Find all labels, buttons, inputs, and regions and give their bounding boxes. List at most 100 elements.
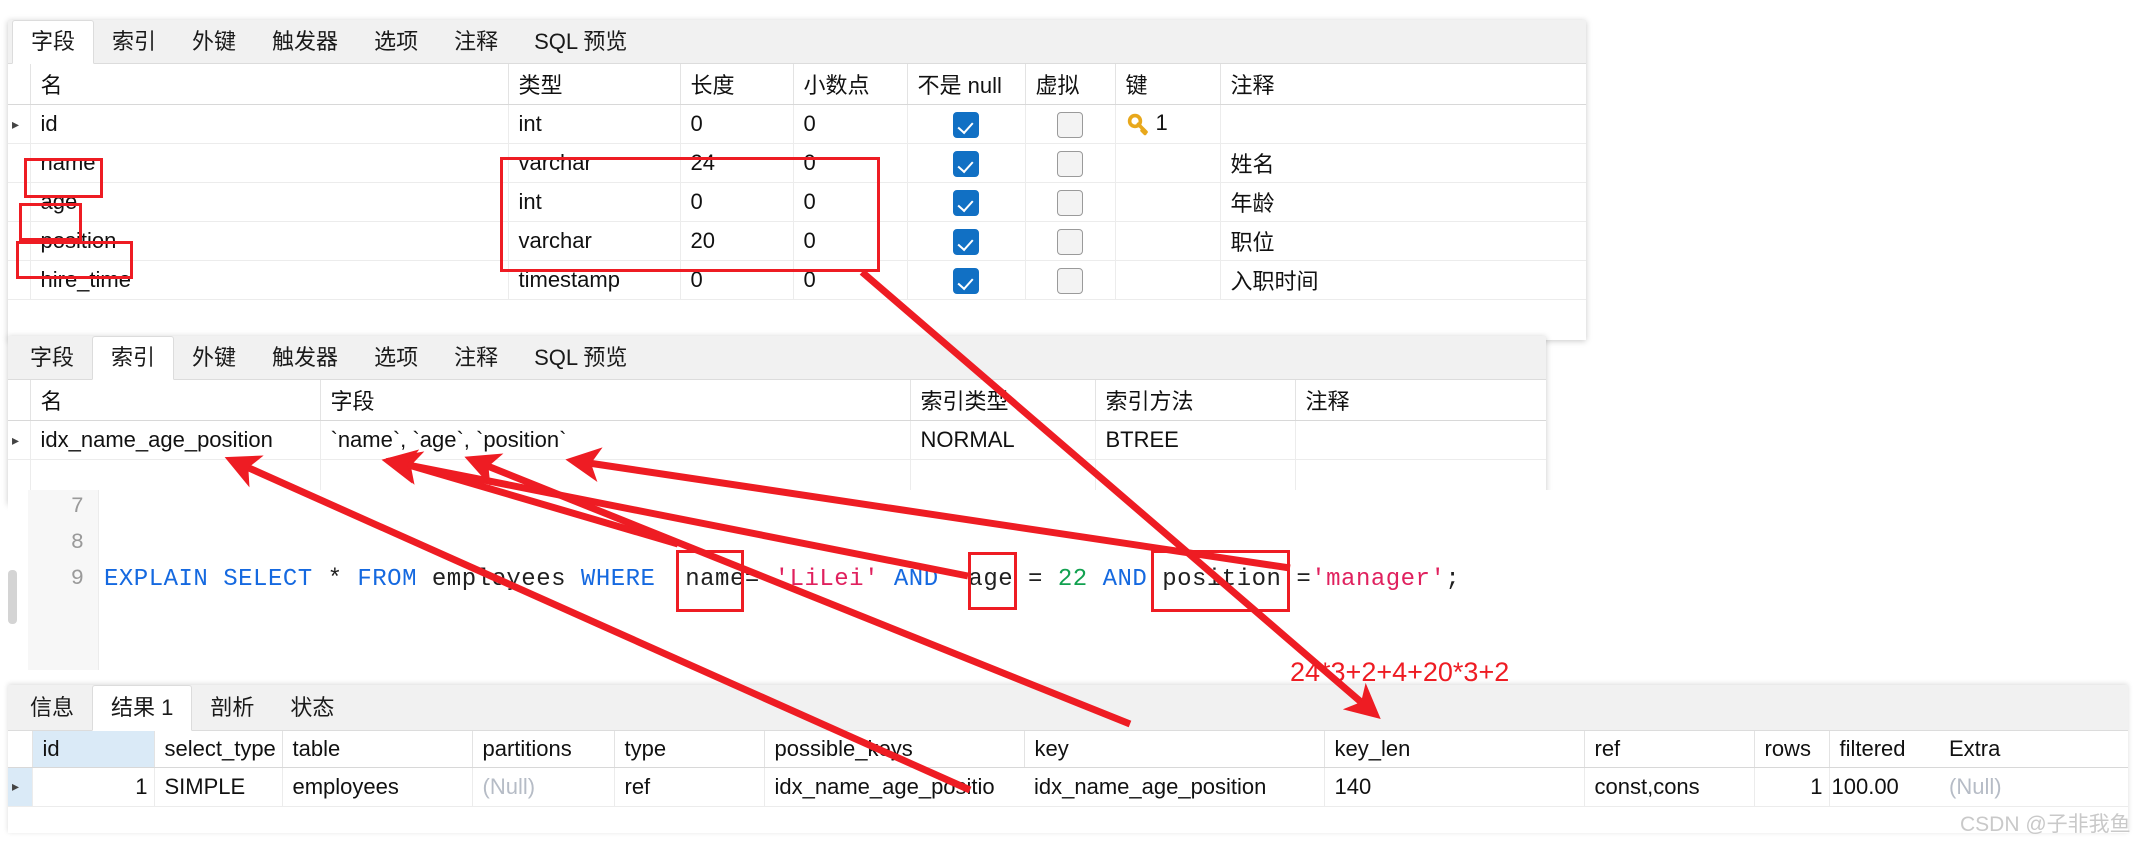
sql-editor[interactable]: 7 8 9 EXPLAIN SELECT * FROM employees WH…: [8, 490, 2135, 670]
cell-field-notnull[interactable]: [907, 104, 1026, 144]
cell-rows[interactable]: 1: [1754, 767, 1830, 807]
tab-indexes[interactable]: 索引: [92, 336, 175, 380]
col-header-decimals[interactable]: 小数点: [793, 64, 908, 105]
cell-key[interactable]: idx_name_age_position: [1024, 767, 1325, 807]
checkbox-unchecked-icon[interactable]: [1057, 150, 1083, 177]
col-header-table[interactable]: table: [282, 731, 473, 768]
cell-field-length[interactable]: 20: [680, 221, 794, 261]
cell-index-method[interactable]: BTREE: [1095, 420, 1296, 460]
checkbox-checked-icon[interactable]: [953, 150, 979, 177]
cell-field-decimals[interactable]: 0: [793, 143, 908, 183]
col-header-extra[interactable]: Extra: [1939, 731, 2128, 768]
cell-field-comment[interactable]: 入职时间: [1220, 260, 1586, 300]
cell-field-decimals[interactable]: 0: [793, 260, 908, 300]
cell-field-notnull[interactable]: [907, 143, 1026, 183]
tab-triggers[interactable]: 触发器: [254, 337, 356, 379]
col-header-notnull[interactable]: 不是 null: [907, 64, 1026, 105]
cell-field-length[interactable]: 24: [680, 143, 794, 183]
sql-statement-line[interactable]: EXPLAIN SELECT * FROM employees WHERE na…: [104, 566, 1460, 593]
col-header-possible-keys[interactable]: possible_keys: [764, 731, 1025, 768]
col-header-type[interactable]: type: [614, 731, 765, 768]
col-header-length[interactable]: 长度: [680, 64, 794, 105]
cell-field-key[interactable]: 1: [1115, 104, 1221, 144]
cell-field-key[interactable]: [1115, 260, 1221, 300]
cell-field-type[interactable]: int: [508, 182, 681, 222]
col-header-comment[interactable]: 注释: [1220, 64, 1586, 105]
col-header-type[interactable]: 类型: [508, 64, 681, 105]
cell-field-decimals[interactable]: 0: [793, 221, 908, 261]
cell-field-key[interactable]: [1115, 221, 1221, 261]
cell-field-decimals[interactable]: 0: [793, 104, 908, 144]
col-header-rows[interactable]: rows: [1754, 731, 1830, 768]
cell-field-decimals[interactable]: 0: [793, 182, 908, 222]
tab-foreign-keys[interactable]: 外键: [174, 21, 254, 63]
col-header-key[interactable]: key: [1024, 731, 1325, 768]
cell-field-virtual[interactable]: [1025, 221, 1116, 261]
cell-field-key[interactable]: [1115, 182, 1221, 222]
cell-field-type[interactable]: varchar: [508, 221, 681, 261]
col-header-index-comment[interactable]: 注释: [1295, 380, 1546, 421]
col-header-select-type[interactable]: select_type: [154, 731, 283, 768]
indexes-grid[interactable]: 名 字段 索引类型 索引方法 注释 ▸ idx_name_age_positio…: [8, 380, 1546, 499]
col-header-index-fields[interactable]: 字段: [320, 380, 911, 421]
cell-field-name[interactable]: age: [30, 182, 509, 222]
tab-triggers[interactable]: 触发器: [254, 21, 356, 63]
checkbox-checked-icon[interactable]: [953, 228, 979, 255]
tab-indexes[interactable]: 索引: [94, 21, 174, 63]
cell-field-comment[interactable]: [1220, 104, 1586, 144]
tab-fields[interactable]: 字段: [12, 20, 95, 64]
col-header-ref[interactable]: ref: [1584, 731, 1755, 768]
cell-field-virtual[interactable]: [1025, 260, 1116, 300]
cell-field-name[interactable]: id: [30, 104, 509, 144]
col-header-id[interactable]: id: [32, 731, 155, 768]
cell-field-name[interactable]: hire_time: [30, 260, 509, 300]
cell-possible-keys[interactable]: idx_name_age_positio: [764, 767, 1024, 807]
table-row[interactable]: ▸ idx_name_age_position `name`, `age`, `…: [8, 420, 1546, 460]
cell-field-key[interactable]: [1115, 143, 1221, 183]
cell-field-length[interactable]: 0: [680, 260, 794, 300]
tab-info[interactable]: 信息: [12, 686, 92, 730]
tab-fields[interactable]: 字段: [12, 337, 92, 379]
cell-index-comment[interactable]: [1295, 420, 1546, 460]
cell-field-comment[interactable]: 年龄: [1220, 182, 1586, 222]
cell-field-type[interactable]: varchar: [508, 143, 681, 183]
cell-field-type[interactable]: timestamp: [508, 260, 681, 300]
cell-field-length[interactable]: 0: [680, 182, 794, 222]
table-row[interactable]: hire_time timestamp 0 0 入职时间: [8, 260, 1586, 300]
cell-key-len[interactable]: 140: [1324, 767, 1585, 807]
cell-field-name[interactable]: position: [30, 221, 509, 261]
cell-field-virtual[interactable]: [1025, 182, 1116, 222]
cell-index-fields[interactable]: `name`, `age`, `position`: [320, 420, 911, 460]
col-header-index-method[interactable]: 索引方法: [1095, 380, 1296, 421]
tab-sql-preview[interactable]: SQL 预览: [516, 337, 645, 379]
cell-field-comment[interactable]: 职位: [1220, 221, 1586, 261]
checkbox-unchecked-icon[interactable]: [1057, 189, 1083, 216]
cell-ref[interactable]: const,cons: [1584, 767, 1755, 807]
table-row[interactable]: age int 0 0 年龄: [8, 182, 1586, 222]
cell-field-notnull[interactable]: [907, 182, 1026, 222]
table-row[interactable]: ▸ 1 SIMPLE employees (Null) ref idx_name…: [8, 767, 2128, 807]
tab-foreign-keys[interactable]: 外键: [174, 337, 254, 379]
cell-filtered[interactable]: 100.00: [1829, 767, 1939, 807]
table-row[interactable]: name varchar 24 0 姓名: [8, 143, 1586, 183]
col-header-filtered[interactable]: filtered: [1829, 731, 1939, 768]
tab-profile[interactable]: 剖析: [192, 686, 272, 730]
col-header-virtual[interactable]: 虚拟: [1025, 64, 1116, 105]
col-header-name[interactable]: 名: [30, 64, 509, 105]
cell-field-virtual[interactable]: [1025, 104, 1116, 144]
col-header-partitions[interactable]: partitions: [472, 731, 615, 768]
cell-field-name[interactable]: name: [30, 143, 509, 183]
tab-comment[interactable]: 注释: [436, 337, 516, 379]
cell-id[interactable]: 1: [32, 767, 155, 807]
cell-type[interactable]: ref: [614, 767, 765, 807]
tab-sql-preview[interactable]: SQL 预览: [516, 21, 645, 63]
cell-extra[interactable]: (Null): [1939, 767, 2128, 807]
cell-index-name[interactable]: idx_name_age_position: [30, 420, 321, 460]
table-row[interactable]: position varchar 20 0 职位: [8, 221, 1586, 261]
cell-field-virtual[interactable]: [1025, 143, 1116, 183]
cell-table[interactable]: employees: [282, 767, 473, 807]
fields-grid[interactable]: 名 类型 长度 小数点 不是 null 虚拟 键 注释 ▸ id int 0 0: [8, 64, 1586, 300]
explain-results-grid[interactable]: id select_type table partitions type pos…: [8, 731, 2128, 807]
cell-field-type[interactable]: int: [508, 104, 681, 144]
checkbox-unchecked-icon[interactable]: [1057, 111, 1083, 138]
